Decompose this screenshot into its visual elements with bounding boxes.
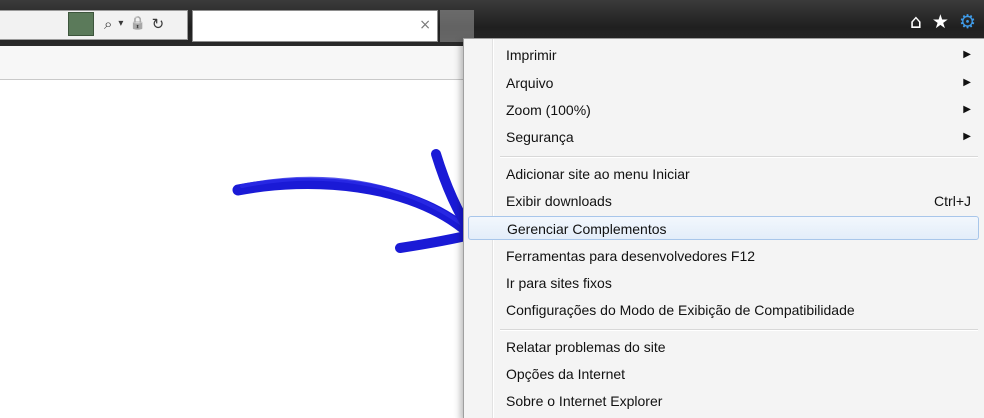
submenu-arrow-icon: ▶: [963, 49, 971, 60]
menu-item-gerenciar-complementos[interactable]: Gerenciar Complementos: [468, 216, 979, 240]
menu-item-label: Imprimir: [506, 47, 557, 63]
menu-item-opcoes-internet[interactable]: Opções da Internet: [468, 362, 979, 386]
menu-item-sobre-ie[interactable]: Sobre o Internet Explorer: [468, 389, 979, 413]
menu-item-label: Zoom (100%): [506, 102, 591, 118]
address-bar-tools: ⌕ ▾ 🔒 ↻: [104, 12, 164, 36]
menu-item-relatar-problemas[interactable]: Relatar problemas do site: [468, 335, 979, 359]
menu-item-imprimir[interactable]: Imprimir ▶: [468, 43, 979, 67]
menu-item-label: Ferramentas para desenvolvedores F12: [506, 248, 756, 264]
menu-item-seguranca[interactable]: Segurança ▶: [468, 125, 979, 149]
submenu-arrow-icon: ▶: [963, 77, 971, 88]
menu-item-label: Sobre o Internet Explorer: [506, 393, 663, 409]
menu-item-label: Opções da Internet: [506, 366, 626, 382]
menu-item-exibir-downloads[interactable]: Exibir downloads Ctrl+J: [468, 189, 979, 213]
menu-item-modo-compatibilidade[interactable]: Configurações do Modo de Exibição de Com…: [468, 298, 979, 322]
toolbar-icons: ⌂ ★ ⚙: [910, 10, 976, 34]
tools-dropdown-menu: Imprimir ▶ Arquivo ▶ Zoom (100%) ▶ Segur…: [463, 38, 984, 418]
refresh-icon[interactable]: ↻: [152, 12, 165, 36]
tools-gear-icon[interactable]: ⚙: [959, 10, 976, 34]
close-tab-icon[interactable]: ×: [419, 17, 431, 33]
menu-item-ferramentas-desenvolvedores[interactable]: Ferramentas para desenvolvedores F12: [468, 244, 979, 268]
menu-item-label: Configurações do Modo de Exibição de Com…: [506, 302, 855, 318]
annotation-arrow: [232, 149, 479, 253]
menu-item-adicionar-site[interactable]: Adicionar site ao menu Iniciar: [468, 162, 979, 186]
menu-item-label: Exibir downloads: [506, 193, 612, 209]
menu-item-label: Gerenciar Complementos: [507, 221, 667, 237]
menu-item-label: Ir para sites fixos: [506, 275, 612, 291]
menu-item-label: Segurança: [506, 129, 574, 145]
menu-item-label: Relatar problemas do site: [506, 339, 666, 355]
menu-item-shortcut: Ctrl+J: [934, 193, 971, 209]
menu-item-label: Adicionar site ao menu Iniciar: [506, 166, 690, 182]
home-icon[interactable]: ⌂: [910, 10, 922, 34]
browser-tab[interactable]: ×: [192, 10, 438, 42]
lock-icon[interactable]: 🔒: [129, 12, 145, 36]
submenu-arrow-icon: ▶: [963, 104, 971, 115]
menu-item-label: Arquivo: [506, 75, 554, 91]
dropdown-chevron-icon[interactable]: ▾: [118, 12, 123, 36]
menu-separator: [500, 156, 978, 158]
menu-separator: [500, 329, 978, 331]
favorites-star-icon[interactable]: ★: [932, 10, 949, 34]
page-favicon-icon: [68, 12, 94, 36]
menu-item-arquivo[interactable]: Arquivo ▶: [468, 71, 979, 95]
submenu-arrow-icon: ▶: [963, 131, 971, 142]
search-icon[interactable]: ⌕: [104, 12, 112, 36]
menu-item-ir-para-sites-fixos[interactable]: Ir para sites fixos: [468, 271, 979, 295]
menu-item-zoom[interactable]: Zoom (100%) ▶: [468, 98, 979, 122]
